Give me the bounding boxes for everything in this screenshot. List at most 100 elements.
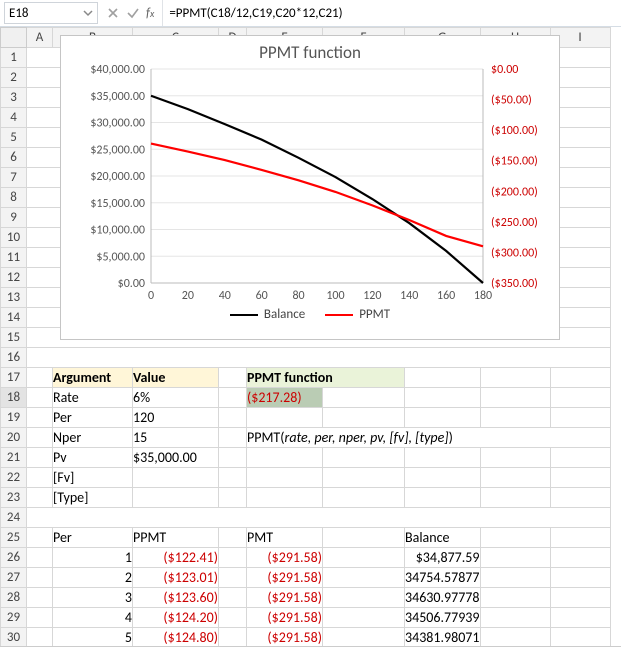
tbl-hdr-bal: Balance <box>405 528 481 548</box>
name-box[interactable]: E18 <box>4 2 98 24</box>
svg-text:140: 140 <box>400 289 418 303</box>
svg-text:100: 100 <box>326 289 344 303</box>
row-header[interactable]: 21 <box>1 448 27 468</box>
arg-val: 6% <box>133 388 219 408</box>
row-header[interactable]: 19 <box>1 408 27 428</box>
row-header[interactable]: 12 <box>1 268 27 288</box>
tbl-pmt: ($291.58) <box>247 588 323 608</box>
row-header[interactable]: 9 <box>1 208 27 228</box>
formula-text: =PPMT(C18/12,C19,C20*12,C21) <box>169 6 342 21</box>
svg-text:$5,000.00: $5,000.00 <box>96 250 145 264</box>
arg-name: Rate <box>53 388 133 408</box>
arg-val: 120 <box>133 408 219 428</box>
row-header[interactable]: 17 <box>1 368 27 388</box>
enter-check-icon[interactable] <box>126 6 140 20</box>
row-header-selected[interactable]: 18 <box>1 388 27 408</box>
row-header[interactable]: 5 <box>1 128 27 148</box>
syntax-text: PPMT(rate, per, nper, pv, [fv], [type]) <box>247 428 611 448</box>
arg-name: [Fv] <box>53 468 133 488</box>
selected-cell-E18[interactable]: ($217.28) <box>247 388 323 408</box>
row-header[interactable]: 10 <box>1 228 27 248</box>
tbl-ppmt: ($123.01) <box>133 568 219 588</box>
row-header[interactable]: 14 <box>1 308 27 328</box>
row-header[interactable]: 11 <box>1 248 27 268</box>
row-header[interactable]: 15 <box>1 328 27 348</box>
tbl-hdr-pmt: PMT <box>247 528 323 548</box>
chart-legend: Balance PPMT <box>61 307 559 322</box>
formula-bar: E18 fx =PPMT(C18/12,C19,C20*12,C21) <box>0 0 621 27</box>
tbl-ppmt: ($124.80) <box>133 628 219 647</box>
row-header[interactable]: 4 <box>1 108 27 128</box>
svg-text:$20,000.00: $20,000.00 <box>90 170 145 184</box>
tbl-bal: 34630.97778 <box>405 588 481 608</box>
svg-text:60: 60 <box>256 289 268 303</box>
tbl-pmt: ($291.58) <box>247 568 323 588</box>
arg-val: 15 <box>133 428 219 448</box>
svg-text:($250.00): ($250.00) <box>491 216 538 230</box>
svg-text:180: 180 <box>474 289 492 303</box>
row-header[interactable]: 26 <box>1 548 27 568</box>
chart[interactable]: PPMT function $0.00 $5,000.00 $10,000.00 $1… <box>60 35 560 340</box>
tbl-ppmt: ($124.20) <box>133 608 219 628</box>
svg-text:120: 120 <box>363 289 381 303</box>
tbl-bal: $34,877.59 <box>405 548 481 568</box>
name-box-value: E18 <box>9 6 83 21</box>
row-header[interactable]: 8 <box>1 188 27 208</box>
tbl-per: 1 <box>53 548 133 568</box>
svg-text:$40,000.00: $40,000.00 <box>90 63 145 77</box>
tbl-pmt: ($291.58) <box>247 608 323 628</box>
row-header[interactable]: 2 <box>1 68 27 88</box>
svg-text:$15,000.00: $15,000.00 <box>90 197 145 211</box>
formula-bar-buttons: fx <box>106 6 154 21</box>
arg-name: Nper <box>53 428 133 448</box>
svg-text:$0.00: $0.00 <box>118 277 145 291</box>
row-header[interactable]: 7 <box>1 168 27 188</box>
col-header-A[interactable]: A <box>27 28 53 48</box>
row-header[interactable]: 28 <box>1 588 27 608</box>
row-header[interactable]: 6 <box>1 148 27 168</box>
svg-text:160: 160 <box>437 289 455 303</box>
tbl-per: 5 <box>53 628 133 647</box>
svg-text:$0.00: $0.00 <box>491 63 518 77</box>
tbl-bal: 34381.98071 <box>405 628 481 647</box>
row-header[interactable]: 20 <box>1 428 27 448</box>
ppmt-cell-title: PPMT function <box>247 368 405 388</box>
arg-val <box>133 488 219 508</box>
svg-text:($300.00): ($300.00) <box>491 246 538 260</box>
chart-plot: $0.00 $5,000.00 $10,000.00 $15,000.00 $20,00… <box>65 63 555 311</box>
row-header[interactable]: 24 <box>1 508 27 528</box>
svg-text:($100.00): ($100.00) <box>491 124 538 138</box>
select-all-corner[interactable] <box>1 28 27 48</box>
svg-text:($350.00): ($350.00) <box>491 277 538 291</box>
tbl-per: 3 <box>53 588 133 608</box>
row-header[interactable]: 3 <box>1 88 27 108</box>
row-header[interactable]: 30 <box>1 628 27 647</box>
svg-text:($150.00): ($150.00) <box>491 155 538 169</box>
row-header[interactable]: 23 <box>1 488 27 508</box>
fx-icon[interactable]: fx <box>146 6 154 21</box>
row-header[interactable]: 27 <box>1 568 27 588</box>
svg-text:80: 80 <box>292 289 304 303</box>
args-header-val: Value <box>133 368 219 388</box>
chart-title: PPMT function <box>61 42 559 63</box>
svg-text:$30,000.00: $30,000.00 <box>90 117 145 131</box>
arg-val <box>133 468 219 488</box>
svg-text:40: 40 <box>219 289 231 303</box>
row-header[interactable]: 29 <box>1 608 27 628</box>
formula-input[interactable]: =PPMT(C18/12,C19,C20*12,C21) <box>162 0 621 26</box>
arg-name: Per <box>53 408 133 428</box>
svg-text:$10,000.00: $10,000.00 <box>90 224 145 238</box>
svg-text:($50.00): ($50.00) <box>491 94 532 108</box>
tbl-per: 4 <box>53 608 133 628</box>
svg-text:$35,000.00: $35,000.00 <box>90 90 145 104</box>
arg-name: Pv <box>53 448 133 468</box>
row-header[interactable]: 16 <box>1 348 27 368</box>
row-header[interactable]: 25 <box>1 528 27 548</box>
row-header[interactable]: 13 <box>1 288 27 308</box>
chevron-down-icon <box>83 8 93 18</box>
cancel-icon[interactable] <box>106 6 120 20</box>
tbl-ppmt: ($123.60) <box>133 588 219 608</box>
row-header[interactable]: 1 <box>1 48 27 68</box>
row-header[interactable]: 22 <box>1 468 27 488</box>
arg-val: $35,000.00 <box>133 448 219 468</box>
